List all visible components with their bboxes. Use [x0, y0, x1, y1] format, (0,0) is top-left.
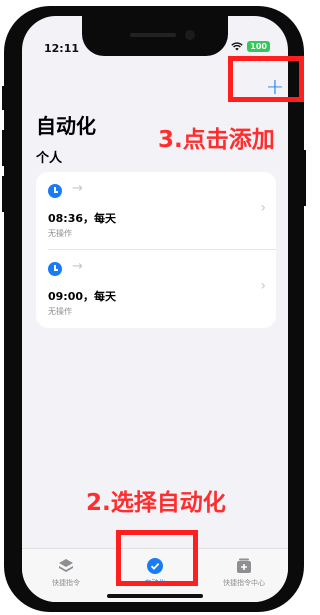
select-hint-callout: 2.选择自动化 — [86, 490, 226, 516]
add-button-highlight — [228, 56, 304, 102]
volume-down-button — [2, 176, 6, 212]
arrow-right-icon: → — [72, 181, 83, 196]
section-label-personal: 个人 — [36, 151, 63, 166]
automation-subtitle: 无操作 — [48, 307, 72, 316]
layers-icon — [59, 559, 73, 572]
automation-row[interactable]: → 08:36，每天 无操作 › — [36, 172, 276, 248]
clock-icon — [48, 184, 62, 198]
volume-up-button — [2, 130, 6, 166]
tab-shortcuts[interactable]: 快捷指令 — [22, 557, 110, 588]
clock-icon — [48, 262, 62, 276]
status-time: 12:11 — [44, 42, 80, 55]
gallery-icon — [237, 558, 251, 573]
status-icons: 100 — [231, 41, 270, 52]
automation-title: 09:00，每天 — [48, 290, 117, 303]
automation-subtitle: 无操作 — [48, 229, 72, 238]
home-indicator — [107, 594, 203, 598]
chevron-right-icon: › — [260, 278, 266, 294]
page-title: 自动化 — [36, 114, 96, 138]
notch — [82, 16, 228, 56]
wifi-icon — [231, 42, 243, 51]
mute-switch — [2, 86, 6, 110]
chevron-right-icon: › — [260, 200, 266, 216]
automation-list: → 08:36，每天 无操作 › → 09:00，每天 无操作 › — [36, 172, 276, 328]
automation-tab-highlight — [116, 530, 198, 586]
arrow-right-icon: → — [72, 259, 83, 274]
power-button — [302, 150, 306, 206]
tab-label: 快捷指令中心 — [223, 579, 265, 587]
tab-gallery[interactable]: 快捷指令中心 — [200, 557, 288, 588]
automation-row[interactable]: → 09:00，每天 无操作 › — [36, 250, 276, 326]
battery-indicator: 100 — [247, 41, 270, 52]
tab-label: 快捷指令 — [52, 579, 80, 587]
automation-title: 08:36，每天 — [48, 212, 117, 225]
add-hint-callout: 3.点击添加 — [158, 127, 275, 153]
